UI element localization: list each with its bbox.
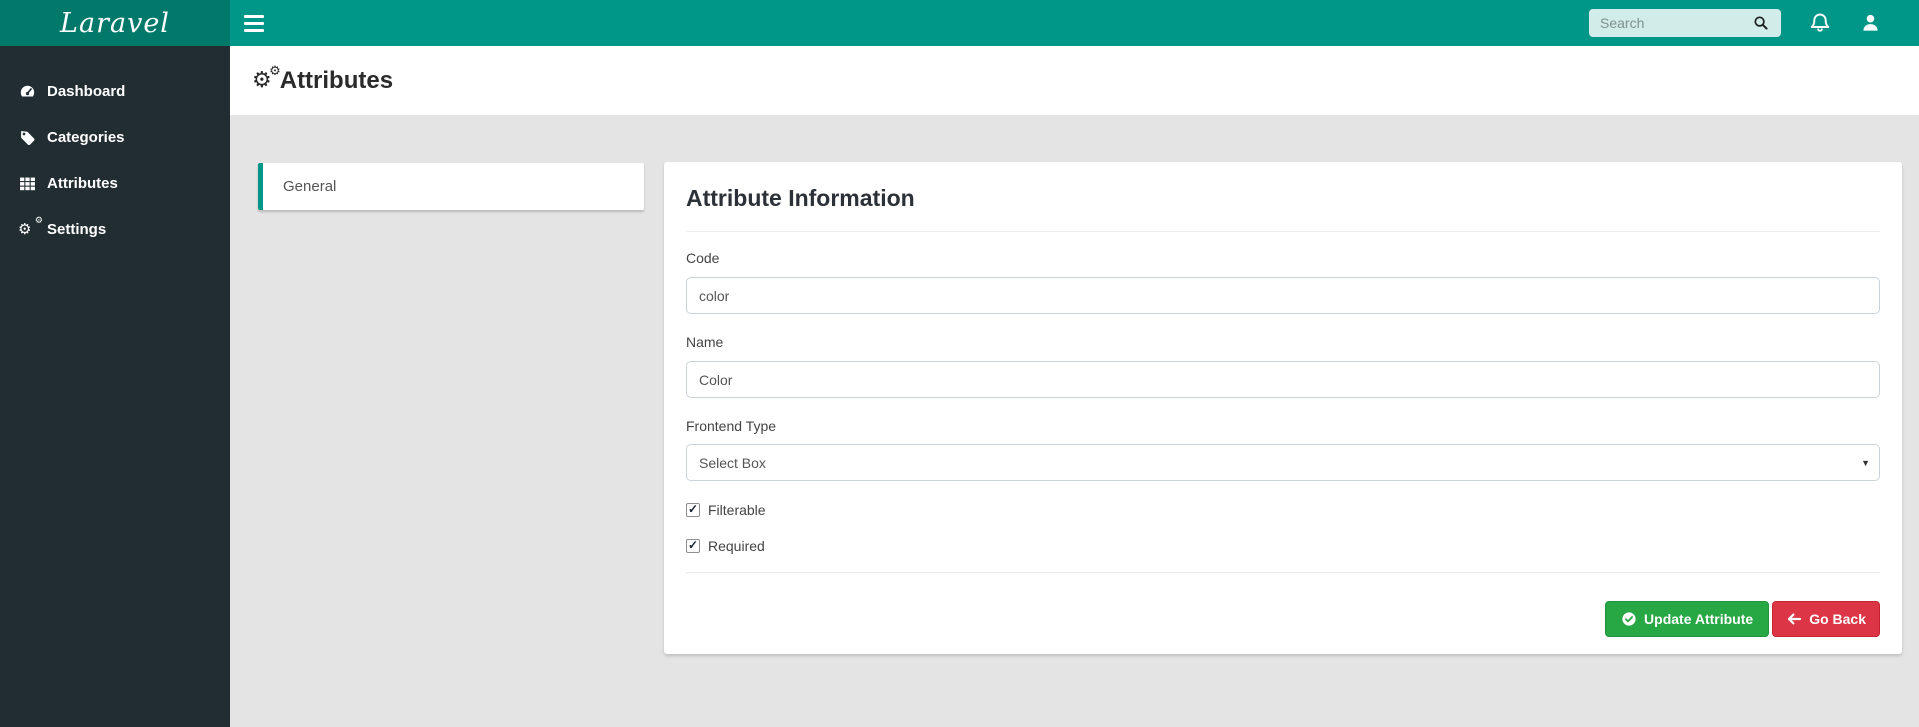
filterable-row: ✓ Filterable — [686, 501, 1880, 518]
cogs-icon: ⚙ ⚙ — [252, 63, 281, 93]
frontend-type-select[interactable]: Select Box ▼ — [686, 444, 1880, 481]
notifications-button[interactable] — [1809, 11, 1831, 35]
check-circle-icon — [1622, 612, 1636, 626]
grid-icon — [18, 175, 36, 192]
content-header: ⚙ ⚙ Attributes — [230, 46, 1919, 115]
tab-general[interactable]: General — [258, 163, 644, 210]
divider — [686, 572, 1880, 573]
panel-title: Attribute Information — [686, 185, 915, 211]
gauge-icon — [18, 83, 36, 100]
sidebar-item-label: Settings — [47, 220, 107, 238]
arrow-left-icon — [1788, 613, 1802, 625]
sidebar-item-attributes[interactable]: Attributes — [0, 160, 230, 206]
update-attribute-label: Update Attribute — [1644, 611, 1754, 627]
name-label: Name — [686, 334, 724, 350]
sidebar-item-label: Categories — [47, 128, 125, 146]
sidebar-item-label: Dashboard — [47, 82, 126, 100]
search-icon — [1754, 16, 1768, 30]
tab-general-label: General — [283, 178, 337, 195]
sidebar-toggle-button[interactable] — [244, 6, 278, 40]
frontend-type-selected-value: Select Box — [699, 454, 766, 471]
search-submit-button[interactable] — [1744, 9, 1778, 37]
search-input[interactable] — [1589, 10, 1744, 36]
sidebar-menu: Dashboard Categories Attributes ⚙ ⚙ Sett… — [0, 68, 230, 252]
go-back-label: Go Back — [1809, 611, 1866, 627]
panel-footer: Update Attribute Go Back — [686, 601, 1880, 637]
code-input[interactable] — [686, 277, 1880, 314]
name-input[interactable] — [686, 361, 1880, 398]
divider — [686, 231, 1880, 232]
content-wrapper: ⚙ ⚙ Attributes General Attribute Informa… — [230, 46, 1919, 727]
brand-logo-text: Laravel — [60, 7, 170, 39]
code-label: Code — [686, 250, 720, 266]
sidebar-item-settings[interactable]: ⚙ ⚙ Settings — [0, 206, 230, 252]
attribute-info-panel: Attribute Information Code Name Frontend… — [664, 162, 1902, 654]
chevron-down-icon: ▼ — [1861, 458, 1870, 468]
check-icon: ✓ — [687, 502, 699, 516]
check-icon: ✓ — [687, 538, 699, 552]
tag-icon — [18, 129, 36, 146]
bell-icon — [1810, 13, 1830, 32]
filterable-checkbox[interactable]: ✓ — [686, 502, 700, 517]
top-navbar: Laravel — [0, 0, 1919, 46]
sidebar: Dashboard Categories Attributes ⚙ ⚙ Sett… — [0, 46, 230, 727]
brand-logo[interactable]: Laravel — [0, 0, 230, 46]
navbar — [230, 0, 1919, 46]
sidebar-item-dashboard[interactable]: Dashboard — [0, 68, 230, 114]
hamburger-icon — [244, 14, 264, 18]
required-row: ✓ Required — [686, 537, 1880, 554]
content-body: General Attribute Information Code Name … — [230, 115, 1919, 727]
frontend-type-label: Frontend Type — [686, 418, 777, 434]
required-label: Required — [708, 537, 765, 554]
navbar-right — [1589, 9, 1919, 37]
go-back-button[interactable]: Go Back — [1772, 601, 1880, 637]
search-form — [1589, 9, 1781, 37]
update-attribute-button[interactable]: Update Attribute — [1605, 601, 1770, 637]
page-title: Attributes — [279, 66, 394, 94]
sidebar-item-categories[interactable]: Categories — [0, 114, 230, 160]
user-menu-button[interactable] — [1859, 11, 1881, 35]
user-icon — [1862, 14, 1878, 31]
required-checkbox[interactable]: ✓ — [686, 538, 700, 553]
filterable-label: Filterable — [708, 501, 766, 518]
sidebar-item-label: Attributes — [47, 174, 118, 192]
gears-icon: ⚙ ⚙ — [18, 216, 43, 238]
